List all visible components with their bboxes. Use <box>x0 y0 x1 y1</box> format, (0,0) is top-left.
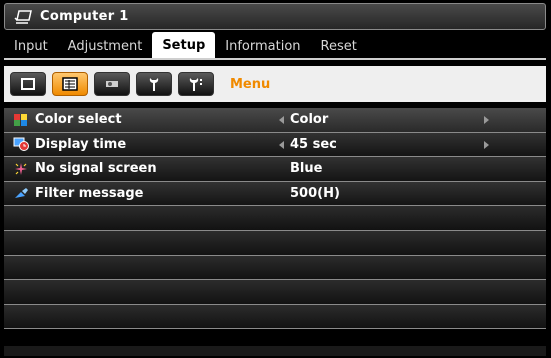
osd-menu: Computer 1 Input Adjustment Setup Inform… <box>0 0 551 358</box>
wrench-icon <box>149 78 159 91</box>
arrow-left-icon[interactable] <box>279 116 284 124</box>
tab-adjustment[interactable]: Adjustment <box>58 36 153 58</box>
menu-grid-button[interactable] <box>52 72 88 96</box>
setting-value: 500(H) <box>290 186 340 202</box>
setting-label: Display time <box>35 136 127 152</box>
title-bar: Computer 1 <box>4 3 546 30</box>
setting-label: Color select <box>35 112 122 128</box>
menu-grid-icon <box>62 77 78 91</box>
filter-pen-icon <box>15 187 28 198</box>
tab-information[interactable]: Information <box>215 36 310 58</box>
projector-button[interactable] <box>94 72 130 96</box>
wrench-button[interactable] <box>136 72 172 96</box>
monitor-icon <box>14 9 32 24</box>
setting-display-time[interactable]: Display time 45 sec <box>4 132 546 158</box>
sparkle-icon <box>15 162 27 175</box>
settings-list: Color select Color Display time 45 sec N… <box>4 108 546 356</box>
setting-color-select[interactable]: Color select Color <box>4 108 546 133</box>
empty-row <box>4 230 546 256</box>
empty-row <box>4 304 546 330</box>
blank-screen-icon <box>21 78 35 90</box>
wrench-two-icon <box>189 78 202 91</box>
projector-icon <box>106 81 118 87</box>
wrench-two-button[interactable] <box>178 72 214 96</box>
setting-filter-message[interactable]: Filter message 500(H) <box>4 181 546 207</box>
clock-icon <box>13 137 29 152</box>
setup-icon-toolbar: Menu <box>4 66 546 105</box>
arrow-right-icon[interactable] <box>484 116 489 124</box>
setting-value: 45 sec <box>290 136 337 152</box>
setting-label: Filter message <box>35 186 144 202</box>
empty-row <box>4 280 546 305</box>
status-bar <box>4 346 546 356</box>
tab-reset[interactable]: Reset <box>311 36 367 58</box>
section-label: Menu <box>230 76 271 92</box>
arrow-right-icon[interactable] <box>484 140 489 149</box>
color-squares-icon <box>14 113 27 126</box>
setting-value: Blue <box>290 161 323 177</box>
window-title: Computer 1 <box>40 9 129 24</box>
setting-label: No signal screen <box>35 161 157 177</box>
tab-setup[interactable]: Setup <box>152 32 216 58</box>
empty-row <box>4 255 546 281</box>
empty-row <box>4 206 546 231</box>
arrow-left-icon[interactable] <box>279 140 284 149</box>
setting-no-signal-screen[interactable]: No signal screen Blue <box>4 157 546 182</box>
blank-screen-button[interactable] <box>10 72 46 96</box>
tab-bar: Input Adjustment Setup Information Reset <box>4 32 546 60</box>
setting-value: Color <box>290 112 329 128</box>
tab-input[interactable]: Input <box>4 36 58 58</box>
